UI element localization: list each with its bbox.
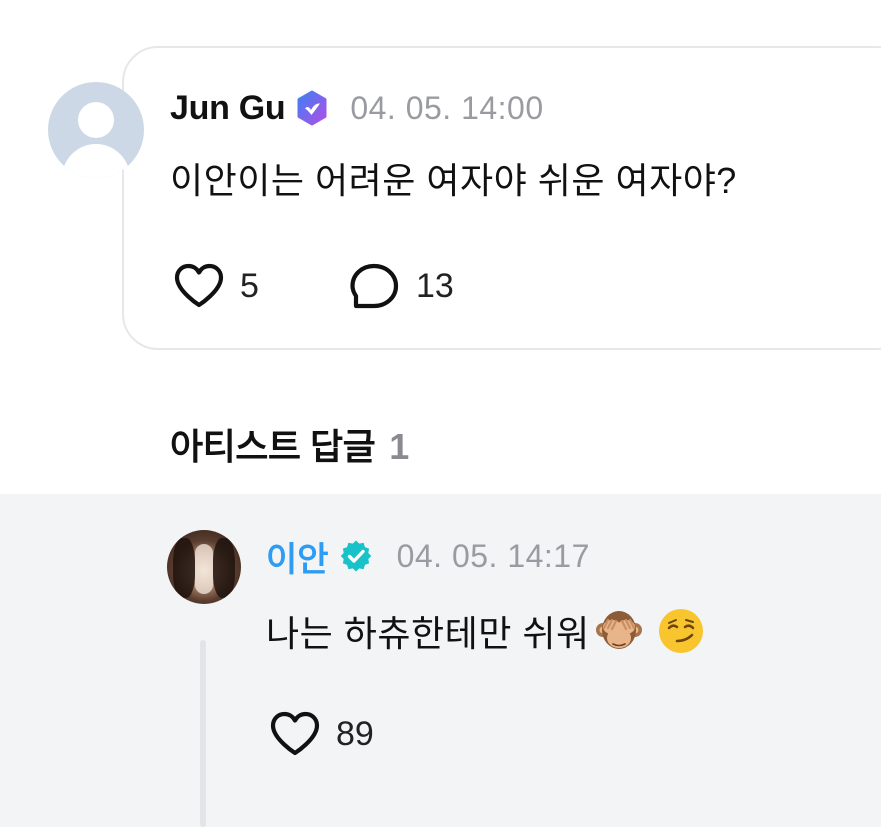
post-text: 이안이는 어려운 여자야 쉬운 여자야? xyxy=(170,160,737,201)
artist-replies-heading: 아티스트 답글 1 xyxy=(170,418,409,470)
reply-text-row: 나는 하츄한테만 쉬워 xyxy=(266,605,706,657)
reply-timestamp: 04. 05. 14:17 xyxy=(396,537,590,574)
user-avatar[interactable] xyxy=(48,82,144,178)
comment-count: 13 xyxy=(416,266,454,305)
artist-verified-icon xyxy=(339,539,373,573)
post-timestamp: 04. 05. 14:00 xyxy=(350,89,544,126)
reply-header: 이안 04. 05. 14:17 xyxy=(266,536,590,579)
artist-avatar[interactable] xyxy=(167,530,241,604)
artist-name[interactable]: 이안 xyxy=(266,532,329,581)
post-header: Jun Gu 04. 05. 14:00 xyxy=(170,86,544,130)
reply-like-count: 89 xyxy=(336,714,374,753)
verified-badge-icon xyxy=(294,90,330,126)
smirking-face-icon xyxy=(658,609,703,653)
heart-icon xyxy=(270,711,320,756)
like-count: 5 xyxy=(240,266,259,305)
thread-line xyxy=(200,640,206,827)
author-name[interactable]: Jun Gu xyxy=(170,89,286,128)
section-title: 아티스트 답글 xyxy=(170,426,376,467)
heart-icon xyxy=(174,263,224,308)
reply-text: 나는 하츄한테만 쉬워 xyxy=(266,613,590,654)
comment-bubble-icon xyxy=(350,263,399,309)
comment-button[interactable]: 13 xyxy=(350,262,454,310)
section-count: 1 xyxy=(389,426,410,467)
see-no-evil-monkey-icon xyxy=(595,611,642,649)
like-button[interactable]: 5 xyxy=(172,262,259,310)
reply-like-button[interactable]: 89 xyxy=(268,710,374,758)
